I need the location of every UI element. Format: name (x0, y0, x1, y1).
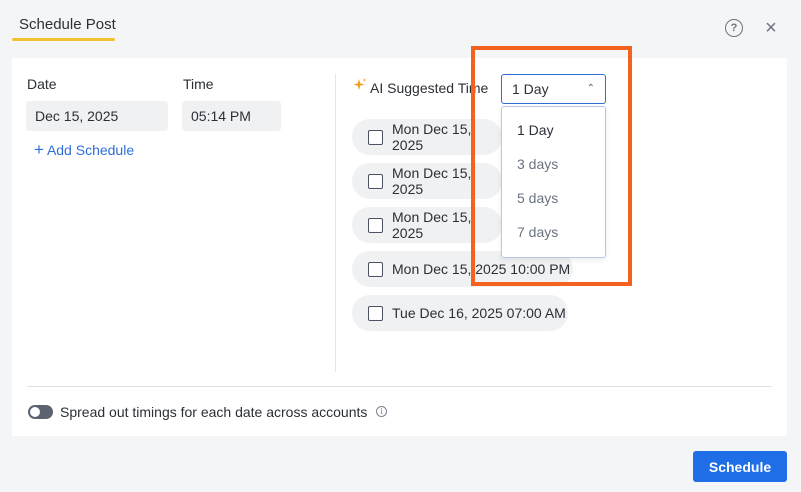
sparkle-icon (353, 78, 367, 90)
dropdown-option-5-days[interactable]: 5 days (502, 181, 605, 215)
days-select[interactable]: 1 Day ⌃ (501, 74, 606, 104)
close-icon[interactable]: × (762, 17, 780, 39)
time-label: Time (183, 76, 214, 92)
dropdown-option-3-days[interactable]: 3 days (502, 147, 605, 181)
days-select-value: 1 Day (512, 81, 549, 97)
date-label: Date (27, 76, 57, 92)
add-schedule-label: Add Schedule (46, 142, 135, 158)
slot-label: Mon Dec 15, 2025 (392, 165, 472, 197)
schedule-card: Date Dec 15, 2025 Time 05:14 PM + Add Sc… (12, 58, 787, 436)
slot-label: Mon Dec 15, 2025 10:00 PM (392, 261, 571, 277)
plus-icon: + (34, 140, 44, 159)
dropdown-option-7-days[interactable]: 7 days (502, 215, 605, 249)
time-slot-1[interactable]: Mon Dec 15, 2025 (352, 119, 502, 155)
slot-checkbox[interactable] (368, 173, 383, 189)
chevron-up-icon: ⌃ (586, 83, 595, 94)
slot-checkbox[interactable] (368, 261, 383, 277)
dialog-title: Schedule Post (19, 16, 116, 33)
spread-timings-label: Spread out timings for each date across … (60, 404, 368, 420)
dropdown-option-1-day[interactable]: 1 Day (502, 113, 605, 147)
schedule-button[interactable]: Schedule (693, 451, 787, 482)
slot-checkbox[interactable] (368, 305, 383, 321)
ai-suggested-time-label: AI Suggested Time (370, 80, 489, 96)
slot-label: Tue Dec 16, 2025 07:00 AM (392, 305, 566, 321)
time-slot-3[interactable]: Mon Dec 15, 2025 (352, 207, 502, 243)
time-field[interactable]: 05:14 PM (182, 101, 281, 131)
days-dropdown-menu: 1 Day 3 days 5 days 7 days (501, 106, 606, 258)
slot-label: Mon Dec 15, 2025 (392, 209, 472, 241)
title-underline (12, 38, 115, 41)
vertical-divider (335, 74, 336, 372)
add-schedule-button[interactable]: + Add Schedule (34, 140, 135, 159)
date-field[interactable]: Dec 15, 2025 (26, 101, 168, 131)
horizontal-divider (27, 386, 772, 387)
info-icon[interactable]: i (376, 406, 387, 417)
slot-label: Mon Dec 15, 2025 (392, 121, 472, 153)
time-slot-5[interactable]: Tue Dec 16, 2025 07:00 AM (352, 295, 568, 331)
help-icon[interactable]: ? (725, 19, 743, 37)
slot-checkbox[interactable] (368, 129, 383, 145)
spread-timings-toggle[interactable] (28, 405, 53, 419)
slot-checkbox[interactable] (368, 217, 383, 233)
toggle-knob (30, 407, 40, 417)
time-slot-2[interactable]: Mon Dec 15, 2025 (352, 163, 502, 199)
